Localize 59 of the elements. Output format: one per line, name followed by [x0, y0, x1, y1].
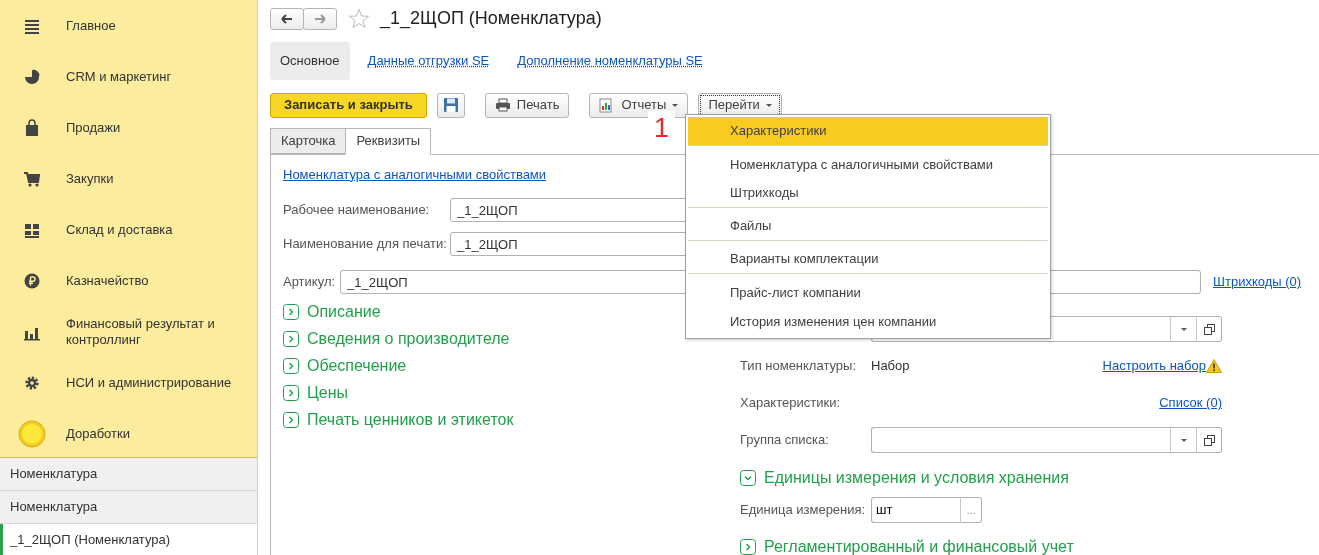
field-label: Рабочее наименование: — [283, 201, 431, 220]
section-link[interactable]: Финансовый результат и контроллинг — [66, 315, 236, 348]
field-label: Наименование для печати: — [283, 235, 448, 254]
field-label: Характеристики: — [740, 394, 841, 413]
similar-items-link[interactable]: Номенклатура с аналогичными свойствами — [283, 166, 547, 182]
star-icon[interactable] — [348, 8, 370, 30]
field-label: Тип номенклатуры: — [740, 357, 858, 376]
field-label: Единица измерения: — [740, 501, 867, 520]
list-link[interactable]: Список (0) — [1159, 393, 1222, 413]
cart-icon — [23, 169, 41, 188]
section-link[interactable]: Главное — [66, 17, 116, 34]
section-link[interactable]: Казначейство — [66, 272, 149, 289]
open-window-icon — [1203, 323, 1215, 335]
form-tab[interactable]: Карточка — [270, 127, 347, 154]
open-button[interactable] — [1196, 427, 1222, 453]
section-link[interactable]: НСИ и администрирование — [66, 374, 232, 391]
section-link[interactable]: Продажи — [66, 119, 121, 136]
expand-icon[interactable] — [740, 538, 756, 555]
open-window-icon — [1203, 434, 1215, 446]
expand-icon[interactable] — [283, 303, 299, 320]
expand-icon[interactable] — [283, 411, 299, 428]
forward-arrow-icon — [314, 14, 326, 24]
expand-icon[interactable] — [283, 330, 299, 347]
panel-tab[interactable]: Дополнение номенклатуры SE — [507, 42, 713, 80]
window-title: _1_2ЩОП (Номенклатура) — [380, 8, 602, 30]
shopping-bag-icon — [23, 118, 41, 137]
panel-tab[interactable]: Основное — [270, 42, 350, 80]
save-button[interactable] — [436, 92, 465, 118]
reports-button[interactable]: Отчеты — [589, 92, 689, 118]
form-tab[interactable]: Реквизиты — [345, 127, 432, 155]
circle-icon — [18, 419, 46, 448]
barcodes-link[interactable]: Штрихкоды (0) — [1213, 272, 1302, 292]
setup-link[interactable]: Настроить набор — [1102, 356, 1206, 376]
expand-icon[interactable] — [283, 384, 299, 401]
field-label: Артикул: — [283, 273, 336, 292]
open-window-item[interactable]: Номенклатура — [0, 491, 257, 524]
combo-field[interactable] — [871, 427, 1170, 453]
save-and-close-button[interactable]: Записать и закрыть — [270, 92, 427, 118]
back-arrow-icon — [281, 14, 293, 24]
settings-icon — [23, 373, 41, 392]
print-button[interactable]: Печать — [484, 92, 570, 118]
open-button[interactable] — [1196, 316, 1222, 342]
section-link[interactable]: Склад и доставка — [66, 221, 173, 238]
unit-field[interactable]: шт — [871, 497, 960, 523]
section-link[interactable]: Доработки — [66, 425, 130, 442]
expand-icon[interactable] — [283, 357, 299, 374]
panel-tab[interactable]: Данные отгрузки SE — [357, 42, 500, 80]
field-label: Группа списка: — [740, 431, 830, 450]
section-link[interactable]: CRM и маркетинг — [66, 68, 172, 85]
ruble-coin-icon — [23, 271, 41, 290]
open-window-item[interactable]: Номенклатура — [0, 458, 257, 491]
back-button[interactable] — [270, 8, 304, 30]
select-button[interactable]: ... — [960, 497, 982, 523]
section-link[interactable]: Закупки — [66, 170, 114, 187]
field-value: Набор — [871, 357, 910, 376]
pie-chart-icon — [23, 67, 41, 86]
menu-item[interactable]: Характеристики — [688, 117, 1048, 146]
collapse-icon[interactable] — [740, 469, 756, 486]
printer-icon — [494, 98, 511, 112]
